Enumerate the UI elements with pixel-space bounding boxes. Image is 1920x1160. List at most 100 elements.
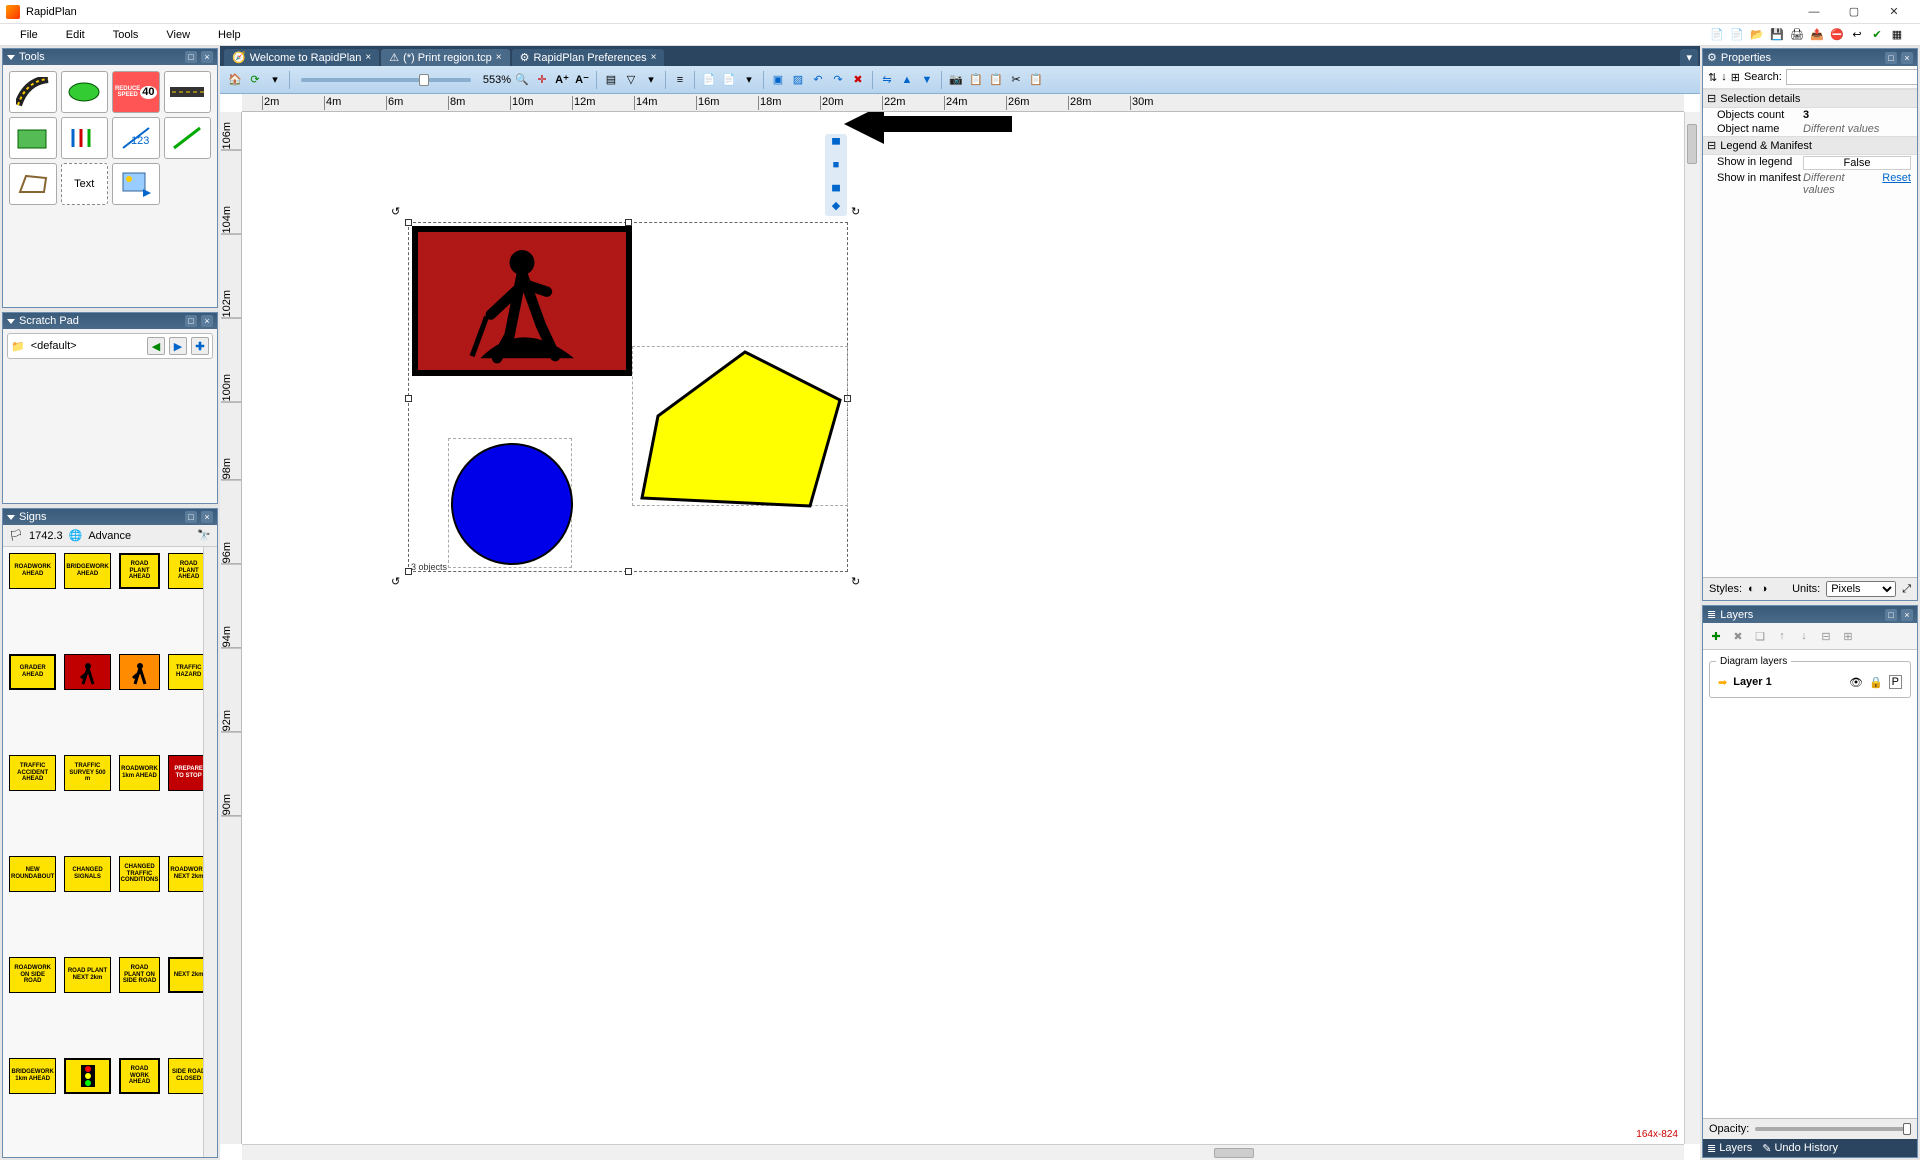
tool-shape[interactable] (9, 163, 57, 205)
canvas[interactable]: ▀ ■ ▄ ◆ ↺ ↻ ↺ ↻ (242, 112, 1684, 1144)
align-more-icon[interactable]: ◆ (827, 196, 845, 214)
tool-lane[interactable] (164, 71, 212, 113)
sign-tile[interactable]: ROAD PLANT AHEAD (168, 553, 203, 589)
refresh-icon[interactable]: ⟳ (246, 71, 264, 89)
panel-pin-icon[interactable]: □ (185, 511, 197, 523)
sign-tile[interactable]: CHANGED TRAFFIC CONDITIONS (119, 856, 161, 892)
tab-printregion[interactable]: ⚠ (*) Print region.tcp × (381, 49, 509, 66)
panel-pin-icon[interactable]: □ (1885, 52, 1897, 64)
scratch-header[interactable]: Scratch Pad □ × (3, 313, 217, 329)
tool-road[interactable] (9, 71, 57, 113)
sign-tile[interactable]: BRIDGEWORK 1km AHEAD (9, 1058, 56, 1094)
rotate-handle-sw[interactable]: ↺ (391, 575, 405, 589)
sign-tile[interactable]: BRIDGEWORK AHEAD (64, 553, 110, 589)
bring-front-icon[interactable]: ▲ (898, 71, 916, 89)
signs-category[interactable]: Advance (88, 530, 191, 542)
reset-link[interactable]: Reset (1882, 172, 1911, 196)
layers-icon[interactable]: ▤ (602, 71, 620, 89)
print-layer-icon[interactable]: P (1889, 675, 1902, 689)
sort1-icon[interactable]: ⇅ (1708, 71, 1717, 84)
copy-icon[interactable]: 📋 (967, 71, 985, 89)
paste-icon[interactable]: 📋 (987, 71, 1005, 89)
cancel-icon[interactable]: ⛔ (1828, 26, 1846, 44)
vertical-scrollbar[interactable] (1684, 112, 1700, 1144)
send-back-icon[interactable]: ▼ (918, 71, 936, 89)
layer-row[interactable]: ➡ Layer 1 👁 🔒 P (1716, 673, 1904, 691)
scratch-prev-button[interactable]: ◀ (147, 337, 165, 355)
style2-icon[interactable]: ◑ (1761, 583, 1768, 595)
align-btm-icon[interactable]: ▄ (827, 176, 845, 194)
style1-icon[interactable]: ◐ (1748, 583, 1755, 595)
panel-close-icon[interactable]: × (201, 51, 213, 63)
circle-object[interactable] (448, 438, 578, 572)
sort3-icon[interactable]: ⊞ (1731, 71, 1740, 84)
align-top-icon[interactable]: ▀ (827, 136, 845, 154)
properties-header[interactable]: ⚙ Properties □ × (1703, 49, 1917, 66)
tool-zone[interactable] (9, 117, 57, 159)
sign-tile[interactable] (64, 1058, 110, 1094)
more-layer-icon[interactable]: ⊞ (1839, 627, 1857, 645)
scratch-add-button[interactable]: ✚ (191, 337, 209, 355)
eye-icon[interactable]: 👁 (1849, 676, 1863, 689)
layers-header[interactable]: ≣ Layers □ × (1703, 606, 1917, 623)
dropdown-icon[interactable]: ▾ (266, 71, 284, 89)
panel-close-icon[interactable]: × (201, 511, 213, 523)
units-select[interactable]: Pixels (1826, 581, 1896, 597)
flag-dd-icon[interactable]: ▾ (642, 71, 660, 89)
tab-preferences[interactable]: ⚙ RapidPlan Preferences × (512, 49, 665, 66)
sign-tile[interactable]: NEXT 2km (168, 957, 203, 993)
clipboard-icon[interactable]: 📋 (1027, 71, 1045, 89)
rotate-handle-nw[interactable]: ↺ (391, 205, 405, 219)
tool-sign[interactable]: REDUCESPEED40 (112, 71, 160, 113)
menu-help[interactable]: Help (204, 27, 255, 43)
merge-layer-icon[interactable]: ⊟ (1817, 627, 1835, 645)
selection-handle-nw[interactable] (405, 219, 412, 226)
tool-line[interactable] (164, 117, 212, 159)
align-mid-icon[interactable]: ■ (827, 156, 845, 174)
scratch-next-button[interactable]: ▶ (169, 337, 187, 355)
add-layer-icon[interactable]: ✚ (1707, 627, 1725, 645)
tab-layers[interactable]: ≣ Layers (1707, 1142, 1752, 1155)
up-layer-icon[interactable]: ↑ (1773, 627, 1791, 645)
tab-close-icon[interactable]: × (651, 52, 657, 63)
undo-icon[interactable]: ↩ (1848, 26, 1866, 44)
section-selection[interactable]: ⊟Selection details (1703, 89, 1917, 108)
tab-welcome[interactable]: 🧭 Welcome to RapidPlan × (224, 49, 379, 66)
page-dd-icon[interactable]: ▾ (740, 71, 758, 89)
close-button[interactable]: ✕ (1874, 1, 1914, 23)
sign-tile[interactable]: CHANGED SIGNALS (64, 856, 110, 892)
app-small-icon[interactable]: ▦ (1888, 26, 1906, 44)
tab-close-icon[interactable]: × (496, 52, 502, 63)
sign-tile[interactable]: ROAD WORK AHEAD (119, 1058, 161, 1094)
sign-tile[interactable]: ROAD PLANT NEXT 2km (64, 957, 110, 993)
rotate-cw-icon[interactable]: ↷ (829, 71, 847, 89)
signs-header[interactable]: Signs □ × (3, 509, 217, 525)
binoculars-icon[interactable]: 🔭 (197, 529, 211, 542)
panel-pin-icon[interactable]: □ (185, 315, 197, 327)
selection-handle-n[interactable] (625, 219, 632, 226)
sign-tile[interactable]: ROADWORK NEXT 2km (168, 856, 203, 892)
sign-tile[interactable] (119, 654, 161, 690)
menu-edit[interactable]: Edit (52, 27, 99, 43)
lock-icon[interactable]: 🔒 (1869, 676, 1883, 689)
export-icon[interactable]: 📤 (1808, 26, 1826, 44)
sign-tile[interactable]: ROADWORK 1km AHEAD (119, 755, 161, 791)
del-layer-icon[interactable]: ✖ (1729, 627, 1747, 645)
tool-dimension[interactable]: 123 (112, 117, 160, 159)
paste-page-icon[interactable]: 📄 (720, 71, 738, 89)
rotate-ccw-icon[interactable]: ↶ (809, 71, 827, 89)
sign-tile[interactable]: ROAD PLANT AHEAD (119, 553, 161, 589)
minimize-button[interactable]: — (1794, 1, 1834, 23)
panel-close-icon[interactable]: × (201, 315, 213, 327)
print-icon[interactable]: 🖨 (1788, 26, 1806, 44)
crosshair-icon[interactable]: ✛ (533, 71, 551, 89)
tab-undo-history[interactable]: ✎ Undo History (1762, 1142, 1838, 1155)
tool-text[interactable]: Text (61, 163, 109, 205)
new-doc-icon[interactable]: 📄 (1728, 26, 1746, 44)
sign-tile[interactable] (64, 654, 110, 690)
sign-tile[interactable]: NEW ROUNDABOUT (9, 856, 56, 892)
selection-handle-s[interactable] (625, 568, 632, 575)
panel-close-icon[interactable]: × (1901, 52, 1913, 64)
signs-code[interactable]: 1742.3 (29, 530, 63, 542)
pentagon-object[interactable] (630, 346, 850, 516)
